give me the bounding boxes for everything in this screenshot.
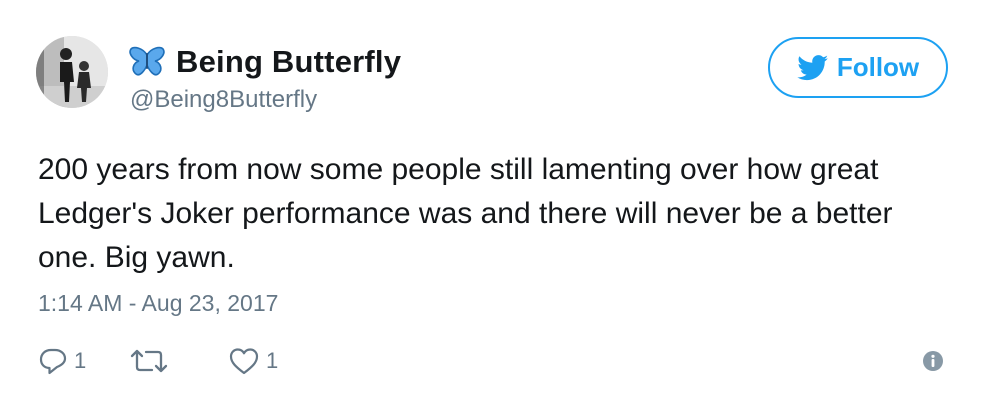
user-name-row[interactable]: Being Butterfly	[128, 44, 401, 80]
tweet-card: Being Butterfly @Being8Butterfly Follow …	[0, 0, 990, 410]
display-name[interactable]: Being Butterfly	[176, 44, 401, 80]
retweet-icon	[130, 349, 168, 373]
tweet-text: 200 years from now some people still lam…	[38, 153, 893, 274]
follow-button[interactable]: Follow	[768, 37, 948, 98]
twitter-bird-icon	[797, 54, 829, 81]
avatar[interactable]	[36, 36, 108, 108]
reply-button[interactable]: 1	[38, 346, 128, 376]
reply-icon	[39, 348, 67, 375]
info-icon[interactable]	[922, 350, 944, 372]
like-count: 1	[266, 348, 279, 373]
heart-icon	[229, 348, 259, 375]
avatar-photo	[36, 36, 108, 108]
follow-button-label: Follow	[836, 52, 920, 82]
tweet-timestamp[interactable]: 1:14 AM - Aug 23, 2017	[38, 290, 278, 317]
retweet-button[interactable]	[128, 346, 228, 376]
tweet-actions: 1 1	[38, 344, 308, 378]
user-handle[interactable]: @Being8Butterfly	[130, 86, 317, 114]
butterfly-icon	[128, 46, 166, 78]
like-button[interactable]: 1	[228, 346, 308, 376]
reply-count: 1	[74, 348, 87, 373]
